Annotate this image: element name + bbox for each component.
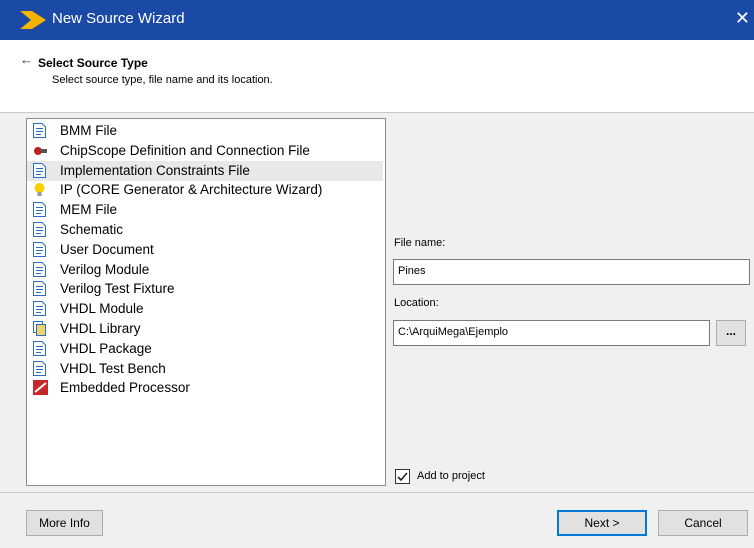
source-type-item[interactable]: Implementation Constraints File xyxy=(27,160,383,181)
back-arrow-icon[interactable]: ← xyxy=(20,52,33,67)
document-icon xyxy=(33,241,46,257)
source-type-label: MEM File xyxy=(60,202,117,218)
source-type-label: VHDL Library xyxy=(60,321,141,336)
embedded-processor-icon xyxy=(33,380,48,396)
add-to-project-label: Add to project xyxy=(417,470,485,482)
source-type-item[interactable]: VHDL Module xyxy=(27,299,383,319)
source-type-label: Schematic xyxy=(60,222,124,237)
location-input[interactable]: C:\ArquiMega\Ejemplo xyxy=(393,320,710,346)
source-type-label: VHDL Package xyxy=(60,340,152,356)
file-name-input[interactable]: Pines xyxy=(393,259,750,285)
source-type-item[interactable]: ChipScope Definition and Connection File xyxy=(27,141,383,161)
schematic-icon xyxy=(33,222,46,237)
source-type-item[interactable]: BMM File xyxy=(27,121,383,141)
source-type-label: Implementation Constraints File xyxy=(60,162,250,178)
verilog-module-icon xyxy=(33,261,46,277)
footer-divider xyxy=(0,492,754,493)
vhdl-testbench-icon xyxy=(33,360,46,376)
constraints-file-icon xyxy=(33,162,46,178)
source-type-label: Verilog Module xyxy=(60,261,150,277)
source-type-label: IP (CORE Generator & Architecture Wizard… xyxy=(60,182,323,198)
page-subtitle: Select source type, file name and its lo… xyxy=(52,74,273,86)
source-type-label: Embedded Processor xyxy=(60,380,190,396)
vhdl-library-icon xyxy=(33,321,46,336)
source-type-label: VHDL Module xyxy=(60,301,144,317)
verilog-test-icon xyxy=(33,281,46,297)
source-type-item[interactable]: VHDL Package xyxy=(27,339,383,359)
window-title: New Source Wizard xyxy=(52,10,185,27)
source-type-item[interactable]: Verilog Test Fixture xyxy=(27,279,383,299)
mem-file-icon xyxy=(33,202,46,218)
ip-core-icon xyxy=(33,182,46,197)
source-type-item[interactable]: IP (CORE Generator & Architecture Wizard… xyxy=(27,180,383,200)
bmm-file-icon xyxy=(33,123,46,138)
page-title: Select Source Type xyxy=(38,56,148,70)
close-icon[interactable]: ✕ xyxy=(735,8,750,29)
next-button[interactable]: Next > xyxy=(557,510,647,536)
add-to-project-checkbox[interactable] xyxy=(395,469,410,484)
vhdl-module-icon xyxy=(33,301,46,317)
checkmark-icon xyxy=(397,472,408,482)
source-type-item[interactable]: VHDL Test Bench xyxy=(27,359,383,379)
source-type-item[interactable]: User Document xyxy=(27,240,383,260)
wizard-header: ← Select Source Type Select source type,… xyxy=(0,40,754,113)
app-logo-icon xyxy=(20,11,46,29)
source-type-label: BMM File xyxy=(60,123,117,138)
source-type-item[interactable]: Embedded Processor xyxy=(27,378,383,398)
source-type-item[interactable]: Verilog Module xyxy=(27,260,383,280)
source-type-label: VHDL Test Bench xyxy=(60,360,166,376)
source-type-item[interactable]: MEM File xyxy=(27,200,383,220)
source-type-label: ChipScope Definition and Connection File xyxy=(60,142,310,158)
more-info-button[interactable]: More Info xyxy=(26,510,103,536)
source-type-label: Verilog Test Fixture xyxy=(60,281,175,297)
source-type-label: User Document xyxy=(60,241,154,257)
cancel-button[interactable]: Cancel xyxy=(658,510,748,536)
chipscope-icon xyxy=(33,143,47,158)
source-type-item[interactable]: Schematic xyxy=(27,220,383,240)
vhdl-package-icon xyxy=(33,340,46,356)
source-type-list[interactable]: BMM File ChipScope Definition and Connect… xyxy=(26,118,386,486)
browse-button[interactable]: ... xyxy=(716,320,746,346)
title-bar: New Source Wizard ✕ xyxy=(0,0,754,40)
file-name-label: File name: xyxy=(394,237,446,249)
source-type-item[interactable]: VHDL Library xyxy=(27,319,383,339)
location-label: Location: xyxy=(394,297,439,309)
